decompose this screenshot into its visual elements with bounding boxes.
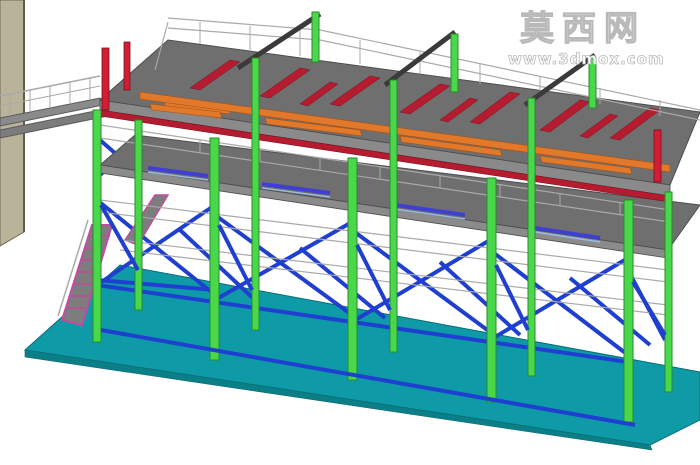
watermark: 莫西网 www.3dmox.com xyxy=(508,8,665,68)
watermark-logo-text: 莫西网 xyxy=(520,9,646,49)
watermark-url: www.3dmox.com xyxy=(508,50,665,68)
structure-render: 莫西网 www.3dmox.com xyxy=(0,0,700,465)
steel-structure-model: 莫西网 www.3dmox.com xyxy=(0,0,700,451)
